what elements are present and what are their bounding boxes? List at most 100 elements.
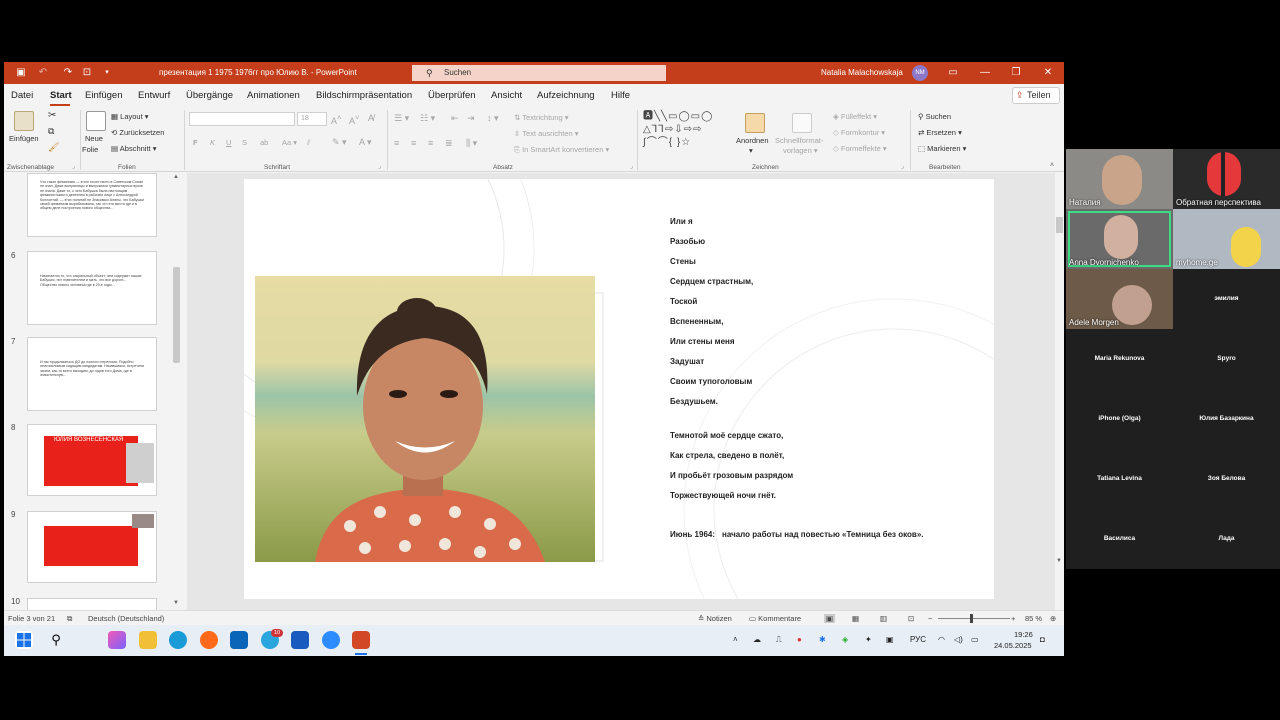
increase-indent-icon[interactable]: ⇥ — [467, 113, 475, 124]
clear-formatting-icon[interactable]: A̸ — [368, 113, 374, 123]
shape-outline-button[interactable]: ◇ Formkontur ▾ — [833, 128, 885, 137]
layout-button[interactable]: ▦ Layout ▾ — [111, 112, 149, 121]
participant-tile[interactable]: Maria Rekunova — [1066, 329, 1173, 389]
quick-styles-label-1[interactable]: Schnellformat- — [775, 136, 823, 145]
slide-thumbnail[interactable]: И так продолжалось ДО до полного перелом… — [27, 337, 157, 411]
participant-tile[interactable]: Лада — [1173, 509, 1280, 569]
align-right-icon[interactable]: ≡ — [428, 138, 433, 148]
language-status[interactable]: Deutsch (Deutschland) — [88, 614, 164, 623]
participant-tile[interactable]: Василиса — [1066, 509, 1173, 569]
onedrive-icon[interactable]: ☁ — [753, 635, 761, 644]
outlook-icon[interactable] — [230, 631, 248, 649]
bluetooth-icon[interactable]: ✱ — [819, 635, 826, 644]
format-painter-icon[interactable]: 🖌 — [48, 142, 59, 153]
tab-aufzeichnung[interactable]: Aufzeichnung — [537, 90, 595, 101]
char-spacing-icon[interactable]: ab — [260, 138, 268, 147]
copy-icon[interactable]: ⧉ — [48, 126, 54, 137]
align-text-button[interactable]: ⇳ Text ausrichten ▾ — [514, 129, 579, 138]
tab-ansicht[interactable]: Ansicht — [491, 90, 522, 101]
battery-icon[interactable]: ▭ — [971, 635, 979, 644]
notes-button[interactable]: ≙ Notizen — [698, 614, 732, 623]
volume-icon[interactable]: ◁) — [954, 635, 963, 644]
fit-to-window-icon[interactable]: ⊕ — [1050, 614, 1056, 623]
customize-quick-access-icon[interactable]: ▾ — [100, 66, 114, 80]
new-slide-label-2[interactable]: Folie — [82, 145, 98, 154]
bullets-icon[interactable]: ☰ ▾ — [394, 113, 409, 124]
columns-icon[interactable]: ⫼ ▾ — [466, 138, 477, 149]
shapes-gallery[interactable]: 🅰╲╲▭◯▭◯ △⅂⅂⇨⇩⇨⇨ ∫⌒⌒{ }☆ — [643, 110, 729, 154]
search-icon[interactable]: ⚲ — [47, 631, 65, 649]
tab-entwurf[interactable]: Entwurf — [138, 90, 170, 101]
tab-einfuegen[interactable]: Einfügen — [85, 90, 123, 101]
arrange-button[interactable]: Anordnen — [736, 136, 769, 145]
drawing-launcher-icon[interactable]: ⌟ — [901, 163, 904, 170]
scroll-thumb[interactable] — [173, 267, 180, 363]
scroll-down-icon[interactable]: ▼ — [1056, 558, 1062, 564]
cut-icon[interactable]: ✂ — [48, 110, 56, 121]
participant-tile[interactable]: iPhone (Olga) — [1066, 389, 1173, 449]
zoom-slider[interactable] — [938, 614, 1010, 623]
italic-button[interactable]: K — [210, 138, 215, 147]
new-slide-icon[interactable] — [86, 111, 106, 131]
zoom-level[interactable]: 85 % — [1025, 614, 1042, 623]
slide-thumbnail[interactable]: Что такое феминизм — этого почти никто в… — [27, 173, 157, 237]
network-shield-icon[interactable]: ✦ — [865, 635, 872, 644]
tab-uebergaenge[interactable]: Übergänge — [186, 90, 233, 101]
participant-tile[interactable]: Наталия — [1066, 149, 1173, 209]
slide-thumbnail[interactable]: Начинается то, что сакральный объект, че… — [27, 251, 157, 325]
tab-hilfe[interactable]: Hilfe — [611, 90, 630, 101]
share-button[interactable]: ⇪ Teilen — [1012, 87, 1060, 104]
edge-icon[interactable] — [169, 631, 187, 649]
underline-button[interactable]: U — [226, 138, 231, 147]
shrink-font-icon[interactable]: A˅ — [349, 113, 359, 126]
tab-datei[interactable]: Datei — [11, 90, 33, 101]
redo-icon[interactable]: ↷ — [61, 66, 75, 80]
shape-fill-button[interactable]: ◈ Fülleffekt ▾ — [833, 112, 877, 121]
paste-button[interactable]: Einfügen — [9, 134, 39, 143]
chrome-tray-icon[interactable]: ● — [797, 635, 802, 644]
canvas-scroll-thumb[interactable] — [1056, 217, 1063, 233]
language-indicator[interactable]: РУС — [910, 635, 926, 644]
numbering-icon[interactable]: ☷ ▾ — [420, 113, 435, 124]
slide-thumbnail[interactable]: ЮЛИЯ ВОЗНЕСЕНСКАЯ — [27, 424, 157, 496]
reading-view-icon[interactable]: ▥ — [880, 614, 887, 623]
clock-time[interactable]: 19:26 — [1014, 630, 1033, 639]
comments-button[interactable]: ▭ Kommentare — [749, 614, 801, 623]
participant-tile[interactable]: Adele Morgen — [1066, 269, 1173, 329]
strikethrough-button[interactable]: S — [242, 138, 247, 147]
participant-tile[interactable]: Обратная перспектива — [1173, 149, 1280, 209]
font-family-field[interactable] — [189, 112, 295, 126]
find-button[interactable]: ⚲ Suchen — [918, 112, 951, 121]
undo-icon[interactable]: ↶ — [36, 66, 50, 80]
powerpoint-taskbar-icon[interactable] — [352, 631, 370, 649]
usb-icon[interactable]: ⎍ — [776, 635, 782, 645]
notification-icon[interactable]: ◘ — [1040, 635, 1045, 644]
tab-ueberpruefen[interactable]: Überprüfen — [428, 90, 476, 101]
section-button[interactable]: ▤ Abschnitt ▾ — [111, 144, 156, 153]
quick-styles-label-2[interactable]: vorlagen ▾ — [783, 146, 818, 155]
new-slide-label-1[interactable]: Neue — [85, 134, 103, 143]
reset-button[interactable]: ⟲ Zurücksetzen — [111, 128, 164, 137]
present-icon[interactable]: ⊡ — [80, 66, 94, 80]
slideshow-icon[interactable]: ⊡ — [908, 614, 914, 623]
shape-effects-button[interactable]: ◇ Formeffekte ▾ — [833, 144, 887, 153]
word-icon[interactable] — [291, 631, 309, 649]
grow-font-icon[interactable]: A˄ — [331, 113, 341, 126]
paragraph-launcher-icon[interactable]: ⌟ — [630, 163, 633, 170]
scroll-down-icon[interactable]: ▼ — [173, 600, 179, 606]
font-launcher-icon[interactable]: ⌟ — [378, 163, 381, 170]
align-center-icon[interactable]: ≡ — [411, 138, 416, 148]
arrange-icon[interactable] — [745, 113, 765, 133]
bold-button[interactable]: F — [193, 138, 198, 147]
participant-tile[interactable]: Tatiana Levina — [1066, 449, 1173, 509]
smartart-button[interactable]: ⎘ In SmartArt konvertieren ▾ — [514, 145, 609, 155]
participant-tile[interactable]: Spyro — [1173, 329, 1280, 389]
windows-start-icon[interactable] — [15, 631, 33, 649]
thumbnail-scrollbar[interactable]: ▲ ▼ — [172, 173, 182, 610]
spelling-icon[interactable]: ⧉ — [67, 614, 72, 624]
tray-overflow-icon[interactable]: ˄ — [733, 635, 738, 644]
scroll-up-icon[interactable]: ▲ — [173, 174, 179, 180]
portrait-photo[interactable] — [255, 276, 595, 562]
quick-styles-icon[interactable] — [792, 113, 812, 133]
ribbon-display-icon[interactable]: ▭ — [945, 65, 961, 81]
